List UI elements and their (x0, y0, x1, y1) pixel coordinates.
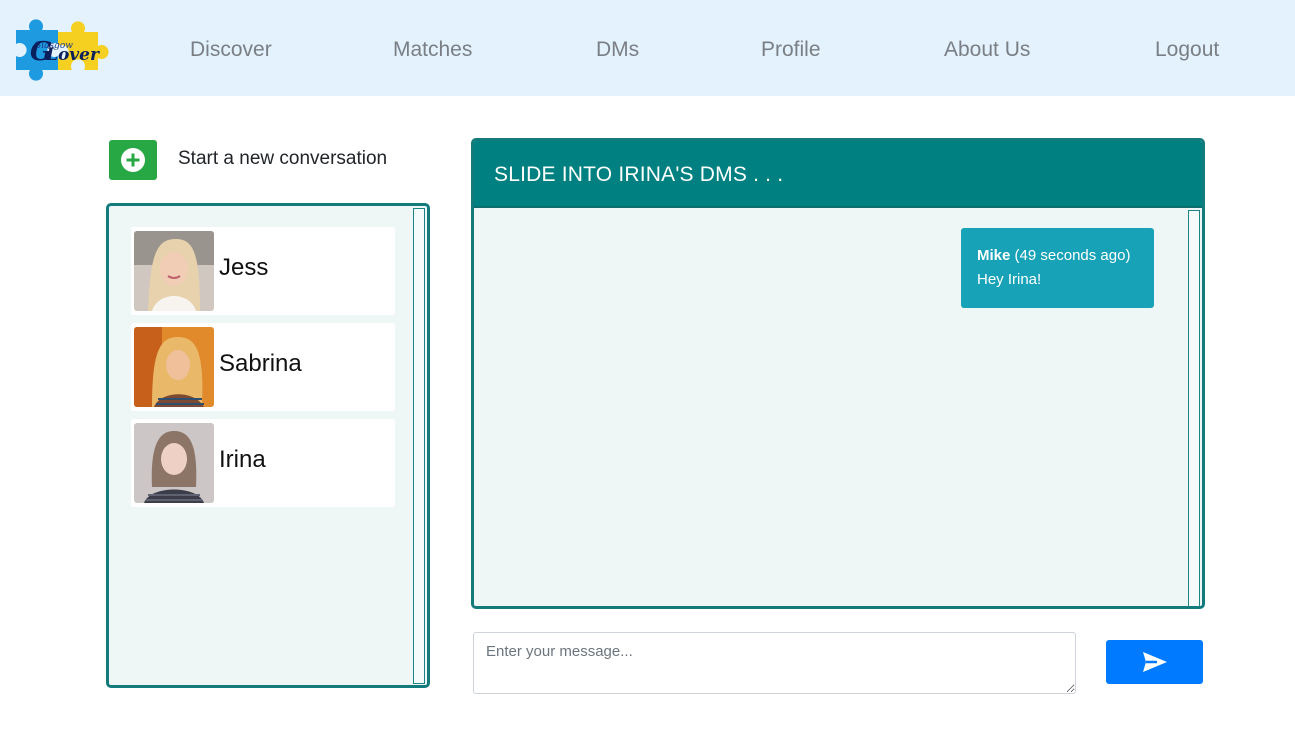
logo[interactable]: Glasgow Lover G (12, 12, 114, 84)
chat-scrollbar[interactable] (1188, 210, 1200, 606)
nav-link-discover[interactable]: Discover (190, 36, 272, 64)
puzzle-logo-icon: Glasgow Lover G (16, 19, 109, 81)
chat-panel: SLIDE INTO IRINA'S DMS . . . Mike (49 se… (471, 138, 1205, 609)
navbar: Glasgow Lover G Discover Matches DMs Pro… (0, 0, 1295, 96)
nav-link-logout[interactable]: Logout (1155, 36, 1219, 64)
avatar (134, 327, 214, 407)
message-input[interactable] (473, 632, 1076, 694)
nav-link-matches[interactable]: Matches (393, 36, 472, 64)
nav-link-profile[interactable]: Profile (761, 36, 821, 64)
avatar (134, 423, 214, 503)
message-time: (49 seconds ago) (1014, 247, 1131, 264)
contact-item-jess[interactable]: Jess (131, 227, 395, 315)
new-conversation-label: Start a new conversation (178, 148, 388, 169)
chat-header: SLIDE INTO IRINA'S DMS . . . (474, 141, 1202, 208)
message-text: Hey Irina! (977, 271, 1042, 288)
nav-link-about-us[interactable]: About Us (944, 36, 1030, 64)
contact-name: Jess (219, 254, 269, 281)
contacts-scrollbar[interactable] (413, 208, 425, 684)
message-sender: Mike (977, 247, 1011, 264)
send-button[interactable] (1106, 640, 1203, 684)
message-bubble: Mike (49 seconds ago) Hey Irina! (961, 228, 1154, 308)
nav-link-dms[interactable]: DMs (596, 36, 639, 64)
chat-title: SLIDE INTO IRINA'S DMS . . . (494, 163, 784, 186)
contact-item-sabrina[interactable]: Sabrina (131, 323, 395, 411)
contact-name: Sabrina (219, 350, 302, 377)
svg-text:G: G (30, 37, 52, 67)
plus-circle-icon (121, 148, 145, 172)
contact-name: Irina (219, 446, 266, 473)
paper-plane-icon (1142, 652, 1167, 672)
contacts-panel: Jess Sabrina Irina (106, 203, 430, 688)
contact-item-irina[interactable]: Irina (131, 419, 395, 507)
svg-text:Lover: Lover (45, 45, 100, 65)
avatar (134, 231, 214, 311)
new-conversation-button[interactable] (109, 140, 157, 180)
